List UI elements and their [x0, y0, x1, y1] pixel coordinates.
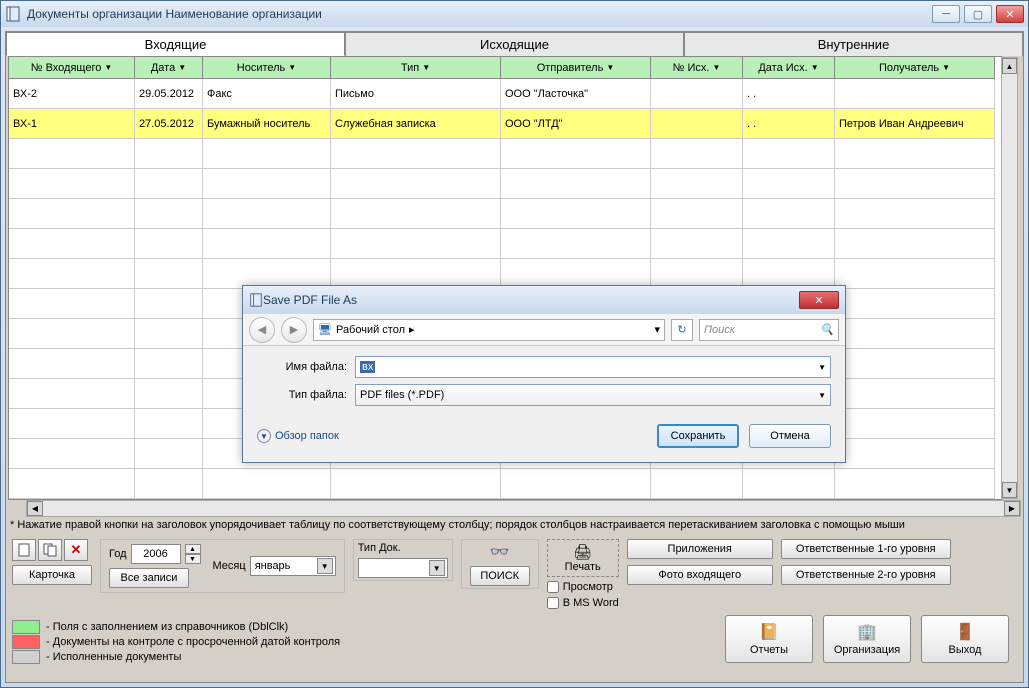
new-button[interactable] — [12, 539, 36, 561]
document-icon — [17, 543, 31, 557]
horizontal-scrollbar[interactable]: ◀ ▶ — [26, 500, 1021, 517]
tab-outgoing[interactable]: Исходящие — [345, 32, 684, 56]
sort-icon: ▼ — [811, 63, 819, 72]
year-label: Год — [109, 548, 127, 560]
month-combo[interactable]: январь▼ — [250, 556, 336, 576]
breadcrumb[interactable]: 🖥 Рабочий стол ▸ ▾ — [313, 319, 665, 341]
close-button[interactable]: ✕ — [996, 5, 1024, 23]
search-input[interactable]: Поиск🔍 — [699, 319, 839, 341]
printer-icon: 🖨 — [573, 543, 592, 561]
preview-checkbox[interactable]: Просмотр — [547, 581, 619, 593]
chevron-down-icon: ▾ — [654, 323, 660, 336]
print-button[interactable]: 🖨 Печать — [547, 539, 619, 577]
vertical-scrollbar[interactable]: ▲ ▼ — [1001, 57, 1018, 499]
responsible2-button[interactable]: Ответственные 2-го уровня — [781, 565, 951, 585]
dialog-titlebar: Save PDF File As ✕ — [243, 286, 845, 314]
report-icon: 📔 — [759, 622, 779, 642]
chevron-down-icon: ▼ — [429, 560, 445, 576]
copy-icon — [43, 543, 57, 557]
exit-icon: 🚪 — [955, 622, 975, 642]
window-title: Документы организации Наименование орган… — [27, 7, 932, 21]
maximize-button[interactable]: ▢ — [964, 5, 992, 23]
client-area: Входящие Исходящие Внутренние № Входящег… — [5, 31, 1024, 683]
app-icon — [249, 292, 263, 308]
sort-icon: ▼ — [422, 63, 430, 72]
scroll-down-button[interactable]: ▼ — [1002, 482, 1017, 498]
refresh-button[interactable]: ↻ — [671, 319, 693, 341]
sort-icon: ▼ — [712, 63, 720, 72]
doctype-combo[interactable]: ▼ — [358, 558, 448, 578]
col-header-outnum[interactable]: № Исх.▼ — [651, 57, 743, 79]
nav-back-button[interactable]: ◀ — [249, 317, 275, 343]
hint-text: * Нажатие правой кнопки на заголовок упо… — [6, 517, 1023, 533]
col-header-carrier[interactable]: Носитель▼ — [203, 57, 331, 79]
attachments-button[interactable]: Приложения — [627, 539, 773, 559]
dialog-title: Save PDF File As — [263, 293, 799, 307]
save-button[interactable]: Сохранить — [657, 424, 739, 448]
desktop-icon: 🖥 — [318, 323, 332, 336]
dialog-close-button[interactable]: ✕ — [799, 291, 839, 309]
main-tabs: Входящие Исходящие Внутренние — [6, 32, 1023, 56]
photo-button[interactable]: Фото входящего — [627, 565, 773, 585]
month-label: Месяц — [213, 560, 246, 572]
sort-icon: ▼ — [104, 63, 112, 72]
app-icon — [5, 6, 21, 22]
filename-input[interactable]: вх▼ — [355, 356, 831, 378]
col-header-number[interactable]: № Входящего▼ — [9, 57, 135, 79]
delete-icon: ✕ — [71, 542, 82, 558]
col-header-type[interactable]: Тип▼ — [331, 57, 501, 79]
col-header-sender[interactable]: Отправитель▼ — [501, 57, 651, 79]
browse-folders-toggle[interactable]: ▼Обзор папок — [257, 429, 339, 443]
chevron-down-icon: ▼ — [818, 391, 826, 400]
chevron-down-icon: ▼ — [317, 558, 333, 574]
legend: - Поля с заполнением из справочников (Db… — [6, 615, 346, 669]
search-button[interactable]: ПОИСК — [470, 566, 530, 586]
doctype-label: Тип Док. — [358, 542, 448, 554]
col-header-date[interactable]: Дата▼ — [135, 57, 203, 79]
legend-swatch-green — [12, 620, 40, 634]
col-header-outdate[interactable]: Дата Исх.▼ — [743, 57, 835, 79]
scroll-left-button[interactable]: ◀ — [27, 501, 43, 516]
sort-icon: ▼ — [606, 63, 614, 72]
sort-icon: ▼ — [288, 63, 296, 72]
copy-button[interactable] — [38, 539, 62, 561]
cancel-button[interactable]: Отмена — [749, 424, 831, 448]
year-spinner[interactable]: ▲▼ — [185, 544, 201, 564]
bottom-panel: ✕ Карточка Год ▲▼ Все записи Месяц январ… — [6, 533, 1023, 615]
tab-internal[interactable]: Внутренние — [684, 32, 1023, 56]
chevron-down-icon: ▼ — [257, 429, 271, 443]
year-input[interactable] — [131, 544, 181, 564]
msword-checkbox[interactable]: В MS Word — [547, 597, 619, 609]
filetype-combo[interactable]: PDF files (*.PDF)▼ — [355, 384, 831, 406]
legend-swatch-red — [12, 635, 40, 649]
chevron-right-icon: ▸ — [409, 323, 415, 336]
minimize-button[interactable]: ─ — [932, 5, 960, 23]
responsible1-button[interactable]: Ответственные 1-го уровня — [781, 539, 951, 559]
card-button[interactable]: Карточка — [12, 565, 92, 585]
titlebar: Документы организации Наименование орган… — [1, 1, 1028, 27]
legend-swatch-gray — [12, 650, 40, 664]
sort-icon: ▼ — [942, 63, 950, 72]
organization-button[interactable]: 🏢Организация — [823, 615, 911, 663]
save-file-dialog: Save PDF File As ✕ ◀ ▶ 🖥 Рабочий стол ▸ … — [242, 285, 846, 463]
delete-button[interactable]: ✕ — [64, 539, 88, 561]
chevron-down-icon: ▼ — [818, 363, 826, 372]
sort-icon: ▼ — [178, 63, 186, 72]
nav-forward-button[interactable]: ▶ — [281, 317, 307, 343]
reports-button[interactable]: 📔Отчеты — [725, 615, 813, 663]
filetype-label: Тип файла: — [257, 389, 347, 401]
all-records-button[interactable]: Все записи — [109, 568, 189, 588]
col-header-recipient[interactable]: Получатель▼ — [835, 57, 995, 79]
filename-label: Имя файла: — [257, 361, 347, 373]
search-icon: 🔍 — [820, 323, 834, 336]
dialog-nav: ◀ ▶ 🖥 Рабочий стол ▸ ▾ ↻ Поиск🔍 — [243, 314, 845, 346]
main-window: Документы организации Наименование орган… — [0, 0, 1029, 688]
scroll-right-button[interactable]: ▶ — [1004, 501, 1020, 516]
scroll-up-button[interactable]: ▲ — [1002, 58, 1017, 74]
binoculars-icon: 👓 — [490, 542, 510, 562]
tab-incoming[interactable]: Входящие — [6, 32, 345, 56]
exit-button[interactable]: 🚪Выход — [921, 615, 1009, 663]
org-icon: 🏢 — [857, 622, 877, 642]
